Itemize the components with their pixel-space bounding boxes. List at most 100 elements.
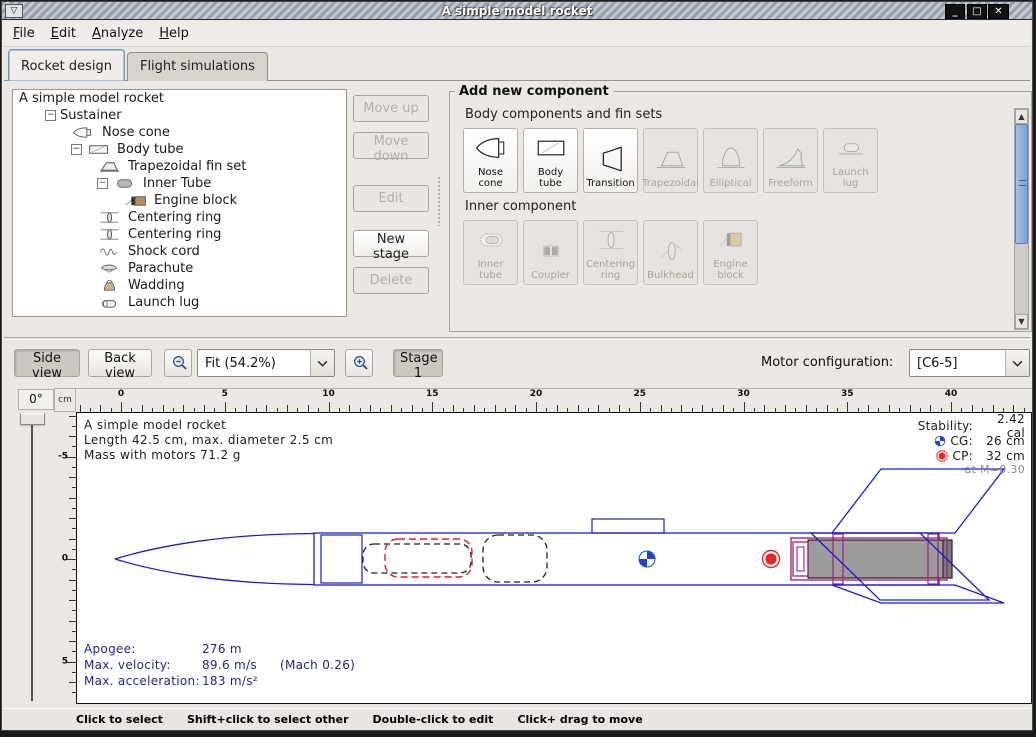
- component-label: Elliptical: [709, 178, 751, 189]
- rocket-canvas[interactable]: A simple model rocket Length 42.5 cm, ma…: [76, 412, 1032, 704]
- ruler-tick: [827, 405, 828, 412]
- zoom-in-icon: [352, 354, 370, 372]
- side-view-button[interactable]: Side view: [14, 349, 80, 377]
- nose-shoulder-outline[interactable]: [321, 535, 362, 583]
- add-coupler-button[interactable]: Coupler: [523, 220, 578, 285]
- titlebar[interactable]: ▽ A simple model rocket _ □ ✕: [2, 2, 1032, 20]
- scroll-down-icon[interactable]: ▼: [1015, 314, 1028, 329]
- component-label: Bulkhead: [647, 270, 694, 281]
- nose-cone-outline[interactable]: [115, 534, 314, 585]
- tree-item-sustainer[interactable]: −Sustainer: [13, 107, 346, 124]
- new-stage-button[interactable]: New stage: [353, 230, 429, 257]
- add-centering-ring-button[interactable]: Centering ring: [583, 220, 638, 285]
- launch-lug-outline[interactable]: [592, 519, 664, 533]
- ruler-tick: [329, 402, 330, 412]
- add-body-tube-button[interactable]: Body tube: [523, 128, 578, 193]
- component-scrollbar[interactable]: ▲ ▼: [1014, 108, 1029, 330]
- zoom-in-button[interactable]: [345, 349, 373, 377]
- add-trapezoidal-button[interactable]: Trapezoidal: [643, 128, 698, 193]
- ruler-tick: [640, 402, 641, 412]
- component-label: Engine block: [705, 259, 756, 281]
- ruler-tick: [972, 405, 973, 412]
- tree-item-a-simple-model-rocket[interactable]: A simple model rocket: [13, 90, 346, 107]
- component-label: Inner tube: [465, 259, 516, 281]
- tree-item-engine-block[interactable]: Engine block: [13, 192, 346, 209]
- zoom-level-combo[interactable]: Fit (54.2%): [197, 349, 335, 377]
- fin-top-outline[interactable]: [832, 469, 1004, 533]
- ruler-tick: [69, 477, 76, 478]
- chevron-down-icon[interactable]: [1005, 350, 1029, 376]
- ruler-tick: [536, 402, 537, 412]
- tree-item-wadding[interactable]: Wadding: [13, 277, 346, 294]
- wadding-icon: [97, 278, 123, 293]
- tree-item-shock-cord[interactable]: Shock cord: [13, 243, 346, 260]
- edit-button[interactable]: Edit: [353, 185, 429, 212]
- wadding-outline[interactable]: [483, 535, 547, 582]
- add-engine-block-button[interactable]: Engine block: [703, 220, 758, 285]
- parachute-outline[interactable]: [385, 539, 472, 577]
- move-up-button[interactable]: Move up: [353, 95, 429, 122]
- add-nose-cone-button[interactable]: Nose cone: [463, 128, 518, 193]
- menu-help[interactable]: Help: [159, 26, 189, 41]
- splitter-handle[interactable]: [437, 176, 442, 226]
- tree-item-parachute[interactable]: Parachute: [13, 260, 346, 277]
- tree-item-label: Parachute: [128, 261, 193, 276]
- tree-item-nose-cone[interactable]: Nose cone: [13, 124, 346, 141]
- zoom-out-button[interactable]: [164, 349, 192, 377]
- tree-item-centering-ring[interactable]: Centering ring: [13, 226, 346, 243]
- tree-item-trapezoidal-fin-set[interactable]: Trapezoidal fin set: [13, 158, 346, 175]
- chevron-down-icon[interactable]: [310, 350, 334, 376]
- back-view-button[interactable]: Back view: [88, 349, 152, 377]
- move-down-button[interactable]: Move down: [353, 132, 429, 159]
- cp-marker: [763, 551, 780, 568]
- stability-block: Stability:2.42 cal CG:26 cm CP:32 cm at …: [918, 418, 1025, 477]
- ruler-label: 5: [222, 389, 228, 399]
- add-bulkhead-button[interactable]: Bulkhead: [643, 220, 698, 285]
- ruler-tick: [847, 402, 848, 412]
- minimize-button[interactable]: _: [945, 4, 965, 19]
- scrollbar-thumb[interactable]: [1015, 124, 1028, 244]
- tab-rocket-design[interactable]: Rocket design: [8, 49, 125, 81]
- maximize-button[interactable]: □: [967, 4, 987, 19]
- tree-item-centering-ring[interactable]: Centering ring: [13, 209, 346, 226]
- add-transition-button[interactable]: Transition: [583, 128, 638, 193]
- tree-item-launch-lug[interactable]: Launch lug: [13, 294, 346, 311]
- status-hint: Click+ drag to move: [517, 713, 642, 726]
- add-inner-tube-button[interactable]: Inner tube: [463, 220, 518, 285]
- add-freeform-button[interactable]: Freeform: [763, 128, 818, 193]
- add-elliptical-button[interactable]: Elliptical: [703, 128, 758, 193]
- cg-legend-icon: [934, 435, 946, 447]
- ruler-tick: [723, 405, 724, 412]
- component-label: Centering ring: [585, 259, 636, 281]
- ruler-tick: [578, 405, 579, 412]
- tree-item-body-tube[interactable]: −Body tube: [13, 141, 346, 158]
- tree-expander-icon[interactable]: −: [45, 110, 56, 121]
- delete-button[interactable]: Delete: [353, 267, 429, 294]
- component-tree[interactable]: A simple model rocket−SustainerNose cone…: [12, 89, 347, 317]
- shock-cord-outline[interactable]: [363, 544, 471, 573]
- tree-item-label: A simple model rocket: [19, 91, 164, 106]
- tree-expander-icon[interactable]: −: [71, 144, 82, 155]
- motor-body[interactable]: [808, 540, 952, 578]
- close-button[interactable]: ✕: [988, 4, 1009, 19]
- ruler-tick: [121, 402, 122, 412]
- ruler-tick: [930, 405, 931, 412]
- stability-label: Stability:: [918, 419, 973, 433]
- rotation-slider-handle[interactable]: [20, 413, 45, 425]
- menu-analyze[interactable]: Analyze: [92, 26, 143, 41]
- tab-flight-simulations[interactable]: Flight simulations: [127, 52, 268, 81]
- motor-configuration-combo[interactable]: [C6-5]: [909, 349, 1030, 377]
- tree-item-label: Nose cone: [102, 125, 170, 140]
- stage-toggle-button[interactable]: Stage 1: [393, 349, 443, 377]
- flight-stat-flabel: Max. velocity:: [84, 657, 202, 673]
- component-label: Nose cone: [465, 167, 516, 189]
- menu-file[interactable]: File: [13, 26, 35, 41]
- tree-item-inner-tube[interactable]: −Inner Tube: [13, 175, 346, 192]
- menu-edit[interactable]: Edit: [51, 26, 76, 41]
- tree-item-label: Launch lug: [128, 295, 199, 310]
- rotation-slider-track[interactable]: [31, 420, 33, 701]
- nosecone-icon: [71, 125, 97, 140]
- add-launch-lug-button[interactable]: Launch lug: [823, 128, 878, 193]
- tree-expander-icon[interactable]: −: [97, 178, 108, 189]
- scroll-up-icon[interactable]: ▲: [1015, 109, 1028, 124]
